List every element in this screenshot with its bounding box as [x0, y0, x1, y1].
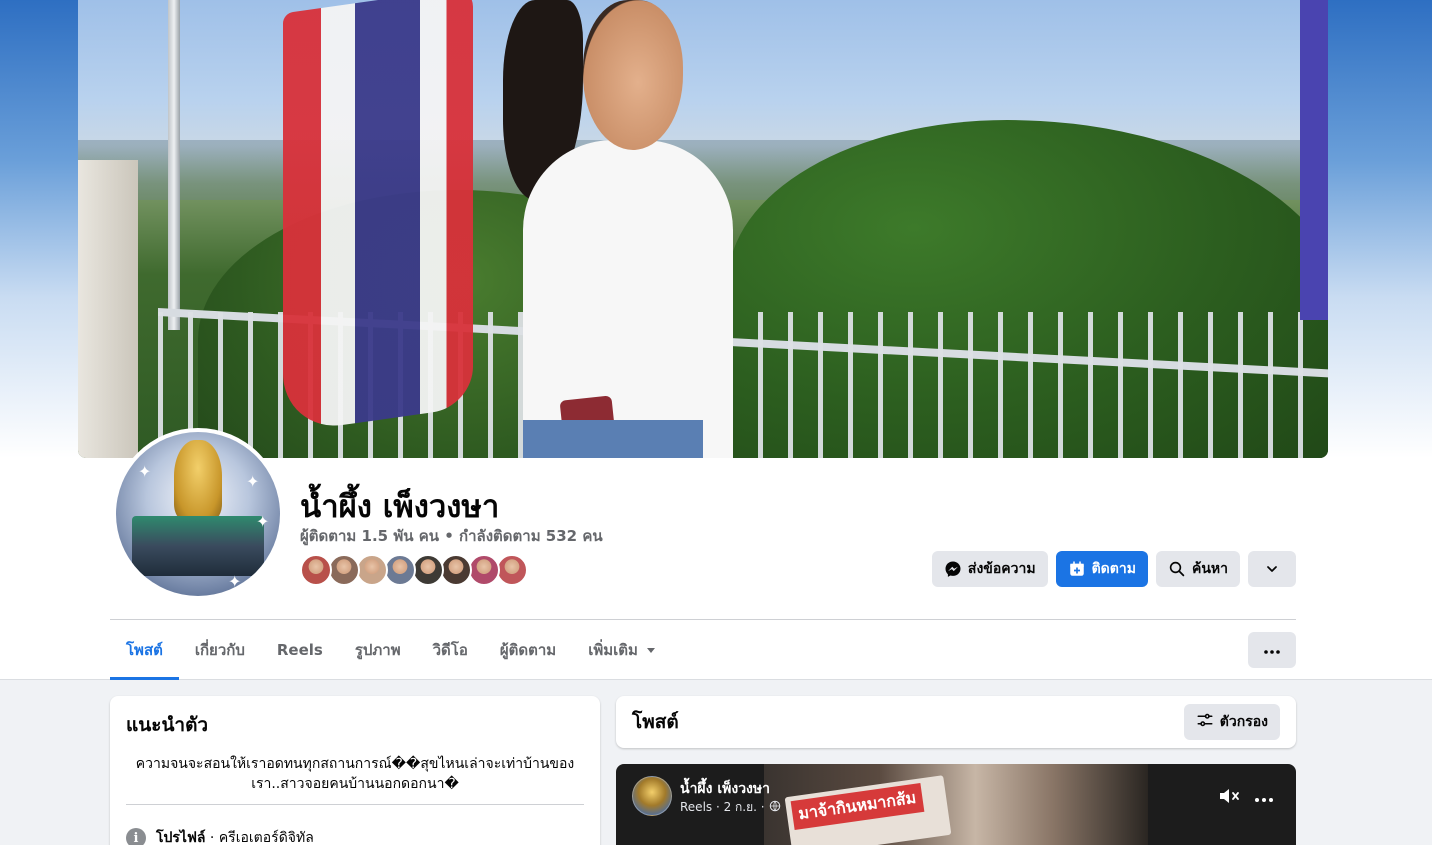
- follower-avatar[interactable]: [496, 554, 528, 586]
- posts-header-card: โพสต์ ตัวกรอง: [616, 696, 1296, 748]
- tabs-more-button[interactable]: [1248, 632, 1296, 668]
- speaker-muted-icon: [1218, 785, 1242, 812]
- reel-author-name[interactable]: น้ำผึ้ง เพ็งวงษา: [680, 778, 770, 800]
- follow-button[interactable]: ติดตาม: [1055, 551, 1148, 587]
- profile-tabs: โพสต์ เกี่ยวกับ Reels รูปภาพ วิดีโอ ผู้ต…: [110, 620, 672, 680]
- reel-author-avatar[interactable]: [632, 776, 672, 816]
- search-button[interactable]: ค้นหา: [1155, 551, 1240, 587]
- profile-type-row: i โปรไฟล์ · ครีเอเตอร์ดิจิทัล: [126, 827, 584, 845]
- reel-meta: Reels · 2 ก.ย. ·: [680, 798, 781, 817]
- bio-text: ความจนจะสอนให้เราอดทนทุกสถานการณ์��สุขไห…: [135, 756, 575, 792]
- intro-title: แนะนำตัว: [126, 714, 209, 736]
- follower-avatar[interactable]: [384, 554, 416, 586]
- follower-avatars[interactable]: [300, 554, 528, 588]
- sparkle-icon: ✦: [256, 514, 270, 531]
- reel-more-button[interactable]: [1250, 784, 1278, 812]
- sparkle-icon: ✦: [138, 464, 152, 481]
- avatar: ✦ ✦ ✦ ✦: [116, 432, 280, 596]
- globe-icon: [769, 800, 781, 815]
- cover-photo[interactable]: [78, 0, 1328, 458]
- follow-icon: [1068, 560, 1086, 578]
- intro-card: แนะนำตัว ความจนจะสอนให้เราอดทนทุกสถานการ…: [110, 696, 600, 845]
- mute-button[interactable]: [1216, 784, 1244, 812]
- chevron-down-icon: [1264, 561, 1280, 577]
- sparkle-icon: ✦: [228, 574, 242, 591]
- follower-avatar[interactable]: [356, 554, 388, 586]
- posts-title: โพสต์: [632, 711, 679, 733]
- reel-post[interactable]: มาจ้ากินหมากส้ม น้ำผึ้ง เพ็งวงษา Reels ·…: [616, 764, 1296, 845]
- tab-videos[interactable]: วิดีโอ: [417, 620, 484, 680]
- more-options-button[interactable]: [1248, 551, 1296, 587]
- follower-avatar[interactable]: [328, 554, 360, 586]
- messenger-icon: [944, 560, 962, 578]
- message-button[interactable]: ส่งข้อความ: [931, 551, 1048, 587]
- profile-picture[interactable]: ✦ ✦ ✦ ✦: [112, 428, 284, 600]
- follower-avatar[interactable]: [440, 554, 472, 586]
- sparkle-icon: ✦: [246, 474, 260, 491]
- profile-type-label: โปรไฟล์: [156, 830, 206, 845]
- bio-divider: [126, 804, 584, 805]
- profile-actions: ส่งข้อความ ติดตาม ค้นหา: [931, 551, 1296, 587]
- follower-avatar[interactable]: [468, 554, 500, 586]
- tab-reels[interactable]: Reels: [261, 620, 339, 680]
- tab-photos[interactable]: รูปภาพ: [339, 620, 417, 680]
- info-icon: i: [126, 828, 146, 845]
- tab-followers[interactable]: ผู้ติดตาม: [484, 620, 572, 680]
- tab-posts[interactable]: โพสต์: [110, 620, 179, 680]
- more-dots-icon: [1255, 789, 1273, 807]
- more-dots-icon: [1264, 641, 1280, 659]
- follower-avatar[interactable]: [300, 554, 332, 586]
- filter-button[interactable]: ตัวกรอง: [1183, 704, 1280, 740]
- filter-icon: [1196, 711, 1214, 733]
- thai-flag: [283, 0, 473, 434]
- follower-avatar[interactable]: [412, 554, 444, 586]
- followers-count[interactable]: ผู้ติดตาม 1.5 พัน คน • กำลังติดตาม 532 ค…: [300, 524, 603, 548]
- profile-type-value: · ครีเอเตอร์ดิจิทัล: [205, 830, 314, 845]
- search-icon: [1168, 560, 1186, 578]
- caret-down-icon: [646, 641, 656, 659]
- tab-more[interactable]: เพิ่มเติม: [572, 620, 672, 680]
- tab-about[interactable]: เกี่ยวกับ: [179, 620, 261, 680]
